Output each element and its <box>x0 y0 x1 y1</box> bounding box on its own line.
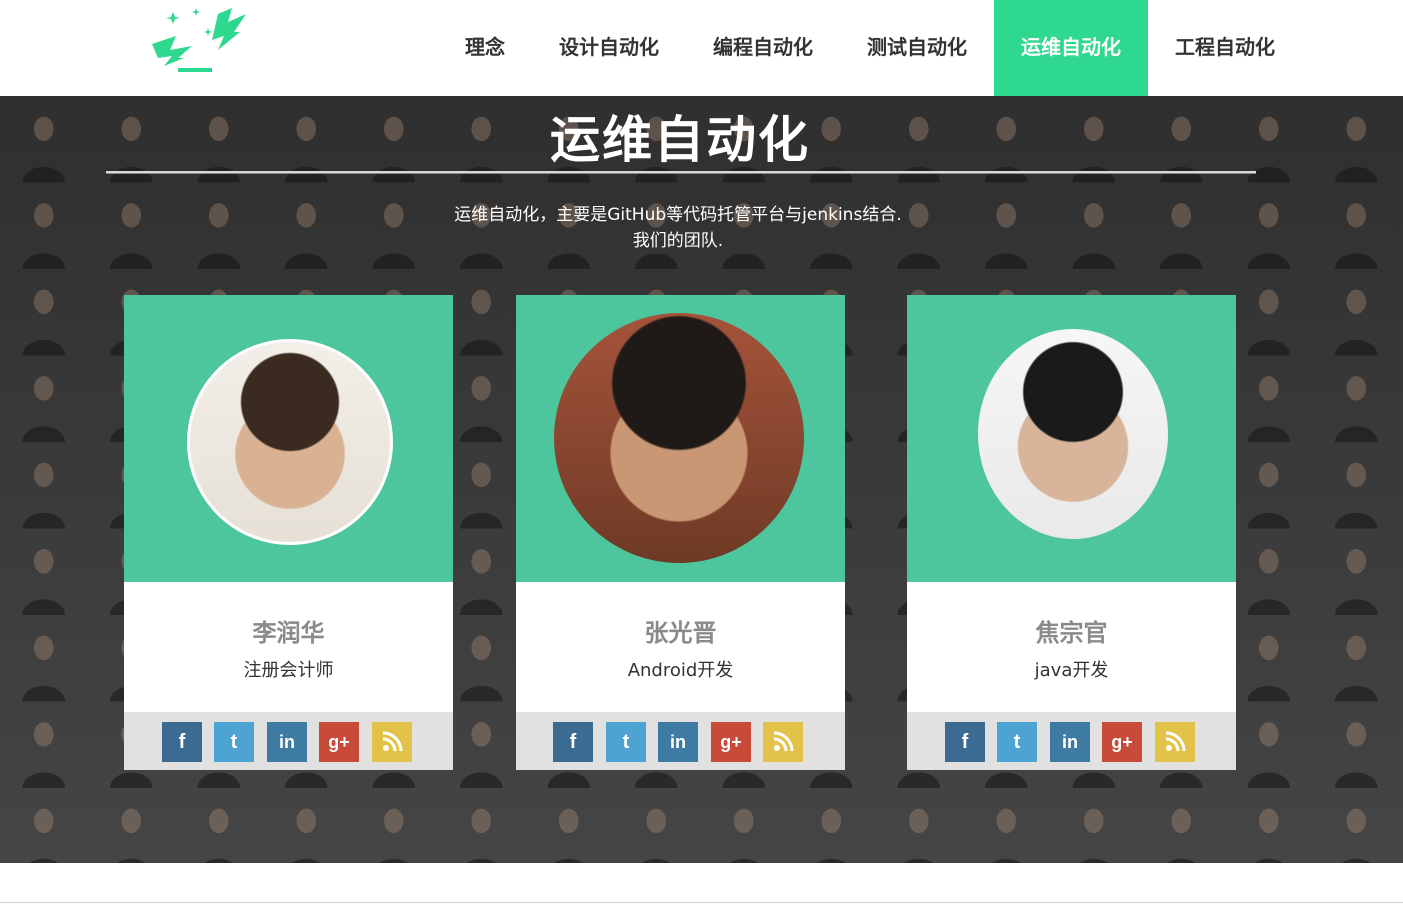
facebook-icon[interactable]: f <box>553 722 593 762</box>
rss-glyph-icon <box>773 731 794 752</box>
card-header <box>907 295 1236 582</box>
member-name: 焦宗官 <box>1035 619 1108 647</box>
team-card: 李润华 注册会计师 f t in g+ <box>124 295 453 770</box>
linkedin-icon[interactable]: in <box>1050 722 1090 762</box>
nav-item-design-automation[interactable]: 设计自动化 <box>532 0 686 96</box>
facebook-icon[interactable]: f <box>162 722 202 762</box>
social-links: f t in g+ <box>516 712 845 770</box>
member-name: 张光晋 <box>644 619 717 647</box>
google-plus-icon[interactable]: g+ <box>1102 722 1142 762</box>
section-description: 运维自动化，主要是GitHub等代码托管平台与jenkins结合. 我们的团队. <box>0 202 1356 254</box>
nav-item-concept[interactable]: 理念 <box>438 0 532 96</box>
footer-divider <box>0 902 1403 903</box>
team-card: 张光晋 Android开发 f t in g+ <box>516 295 845 770</box>
social-links: f t in g+ <box>907 712 1236 770</box>
card-header <box>124 295 453 582</box>
card-header <box>516 295 845 582</box>
member-role: Android开发 <box>627 660 734 681</box>
rss-icon[interactable] <box>1155 722 1195 762</box>
description-line: 我们的团队. <box>632 231 724 251</box>
social-links: f t in g+ <box>124 712 453 770</box>
team-section: 运维自动化 运维自动化，主要是GitHub等代码托管平台与jenkins结合. … <box>0 96 1403 863</box>
team-card: 焦宗官 java开发 f t in g+ <box>907 295 1236 770</box>
member-name: 李润华 <box>252 619 325 647</box>
twitter-icon[interactable]: t <box>997 722 1037 762</box>
linkedin-icon[interactable]: in <box>267 722 307 762</box>
section-title: 运维自动化 <box>550 111 810 169</box>
facebook-icon[interactable]: f <box>945 722 985 762</box>
linkedin-icon[interactable]: in <box>658 722 698 762</box>
lightning-logo-icon[interactable] <box>148 6 252 76</box>
avatar <box>554 313 804 563</box>
nav-item-programming-automation[interactable]: 编程自动化 <box>686 0 840 96</box>
rss-glyph-icon <box>1165 731 1186 752</box>
rss-glyph-icon <box>382 731 403 752</box>
nav-item-testing-automation[interactable]: 测试自动化 <box>840 0 994 96</box>
twitter-icon[interactable]: t <box>214 722 254 762</box>
google-plus-icon[interactable]: g+ <box>319 722 359 762</box>
nav-item-ops-automation[interactable]: 运维自动化 <box>994 0 1148 96</box>
member-role: java开发 <box>1034 660 1109 681</box>
rss-icon[interactable] <box>763 722 803 762</box>
twitter-icon[interactable]: t <box>606 722 646 762</box>
rss-icon[interactable] <box>372 722 412 762</box>
title-divider <box>106 171 1256 174</box>
main-nav: 理念 设计自动化 编程自动化 测试自动化 运维自动化 工程自动化 <box>438 0 1302 96</box>
avatar <box>978 329 1168 539</box>
description-line: 运维自动化，主要是GitHub等代码托管平台与jenkins结合. <box>454 205 902 225</box>
avatar <box>187 339 393 545</box>
google-plus-icon[interactable]: g+ <box>711 722 751 762</box>
site-header: 理念 设计自动化 编程自动化 测试自动化 运维自动化 工程自动化 <box>0 0 1403 96</box>
member-role: 注册会计师 <box>243 660 334 681</box>
nav-item-engineering-automation[interactable]: 工程自动化 <box>1148 0 1302 96</box>
